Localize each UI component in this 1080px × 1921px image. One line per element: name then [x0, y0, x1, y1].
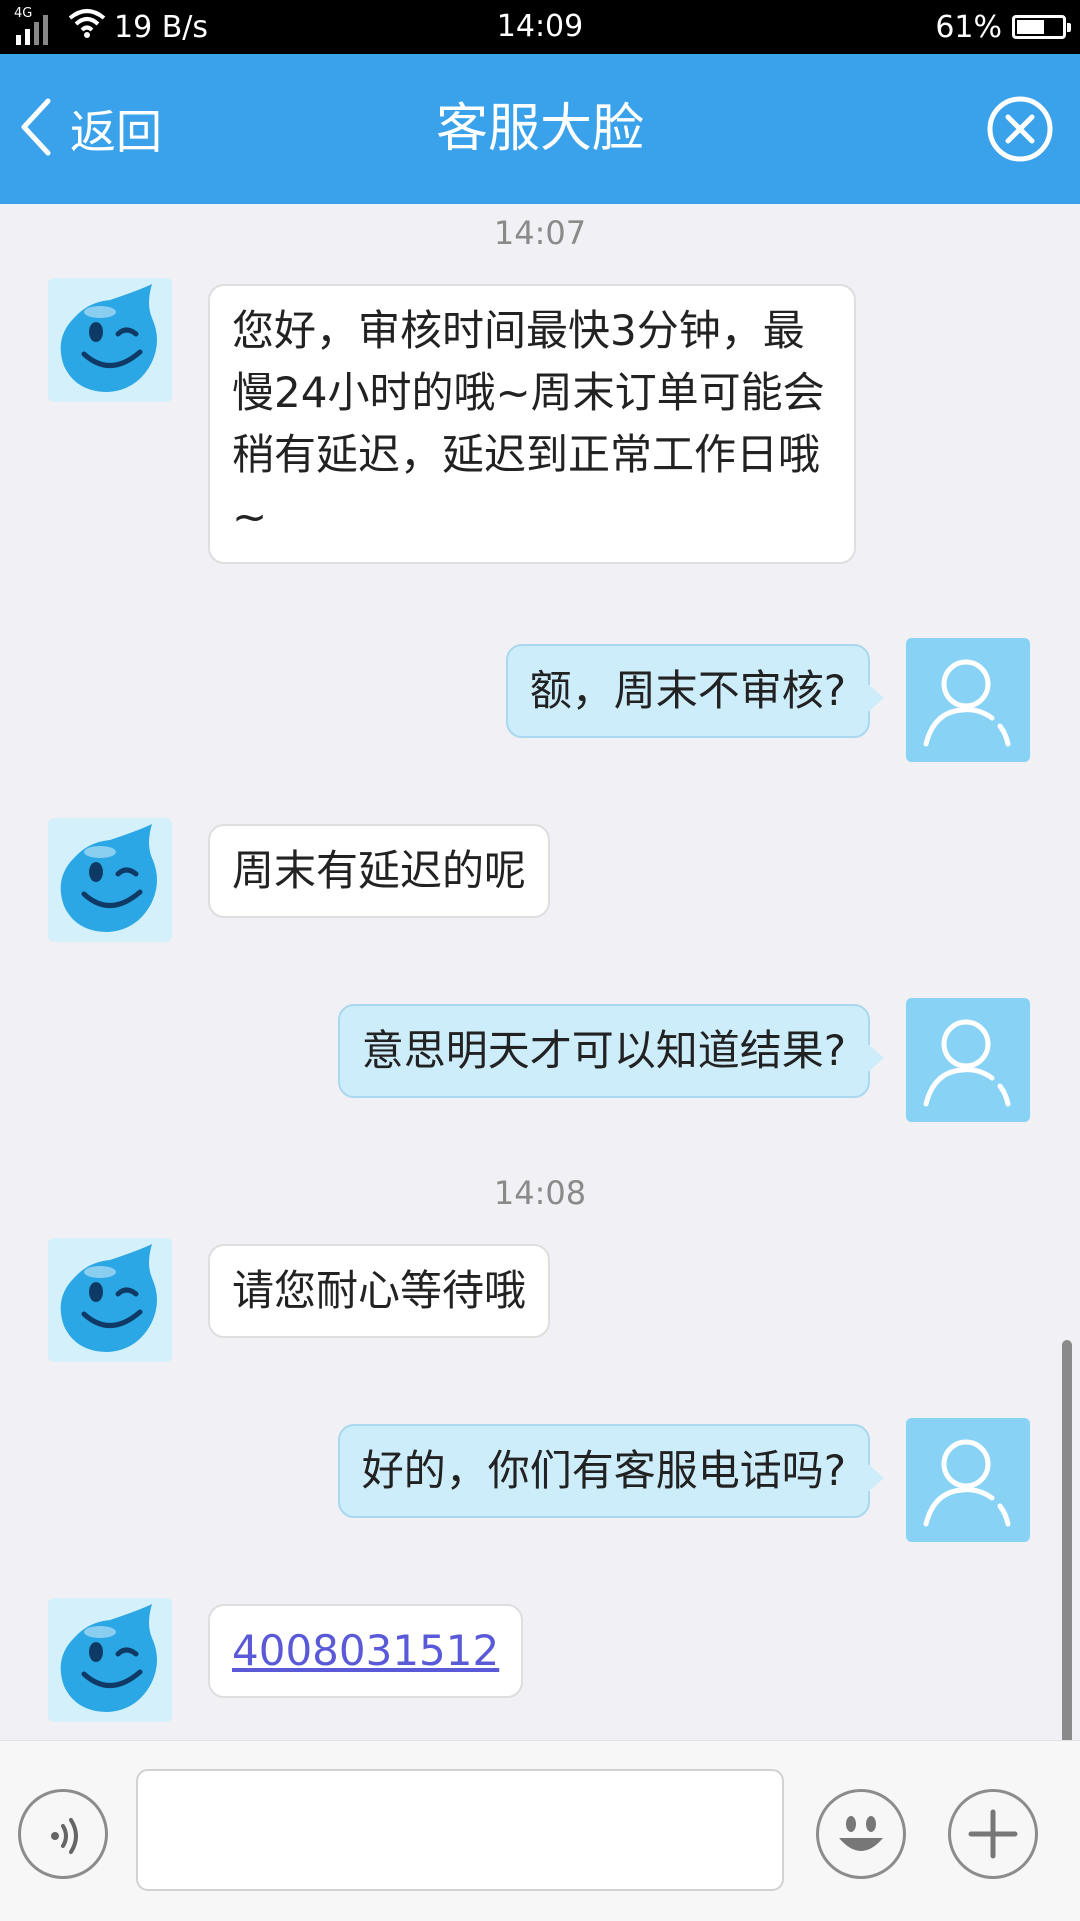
chat-area[interactable]: 14:07 您好，审核时间最快3分钟，最慢24小时的哦~周末订单可能会稍有延迟，… [0, 204, 1080, 1794]
battery-icon [1012, 15, 1071, 39]
scrollbar[interactable] [1062, 1340, 1072, 1794]
voice-icon [51, 1818, 78, 1854]
user-avatar[interactable] [906, 1418, 1030, 1542]
status-bar: 4G 19 B/s 14:09 61% [0, 0, 1080, 54]
emoji-icon [839, 1816, 883, 1851]
message-bubble-agent[interactable]: 周末有延迟的呢 [208, 824, 551, 918]
timestamp: 14:08 [493, 1174, 587, 1212]
message-bubble-user[interactable]: 意思明天才可以知道结果? [337, 1004, 885, 1098]
emoji-button[interactable] [816, 1789, 906, 1879]
battery-percent: 61% [935, 9, 1002, 45]
message-bubble-agent[interactable]: 您好，审核时间最快3分钟，最慢24小时的哦~周末订单可能会稍有延迟，延迟到正常工… [208, 284, 856, 564]
phone-number-link[interactable]: 4008031512 [232, 1626, 499, 1675]
user-avatar[interactable] [906, 998, 1030, 1122]
voice-button[interactable] [18, 1789, 108, 1879]
status-right: 61% [935, 0, 1071, 54]
user-avatar[interactable] [906, 638, 1030, 762]
battery-level-fill [1017, 20, 1044, 34]
person-icon [906, 1418, 1030, 1542]
message-bubble-user[interactable]: 额，周末不审核? [505, 644, 885, 738]
message-bubble-agent: 4008031512 [208, 1604, 524, 1698]
close-icon [987, 96, 1053, 162]
timestamp: 14:07 [493, 214, 587, 252]
chevron-left-icon [18, 97, 54, 161]
agent-avatar[interactable] [48, 1238, 172, 1362]
message-bubble-agent[interactable]: 请您耐心等待哦 [208, 1244, 551, 1338]
agent-avatar[interactable] [48, 1598, 172, 1722]
agent-avatar[interactable] [48, 278, 172, 402]
message-bubble-user[interactable]: 好的，你们有客服电话吗? [337, 1424, 885, 1518]
plus-icon [968, 1809, 1018, 1859]
page-title: 客服大脸 [435, 99, 644, 159]
person-icon [906, 638, 1030, 762]
nav-bar: 返回 客服大脸 [0, 54, 1080, 204]
input-bar [0, 1740, 1080, 1921]
message-input[interactable] [136, 1769, 784, 1891]
back-label: 返回 [70, 105, 162, 159]
add-button[interactable] [948, 1789, 1038, 1879]
person-icon [906, 998, 1030, 1122]
back-button[interactable]: 返回 [18, 54, 162, 204]
status-time: 14:09 [496, 9, 584, 44]
agent-avatar[interactable] [48, 818, 172, 942]
close-button[interactable] [986, 95, 1054, 163]
